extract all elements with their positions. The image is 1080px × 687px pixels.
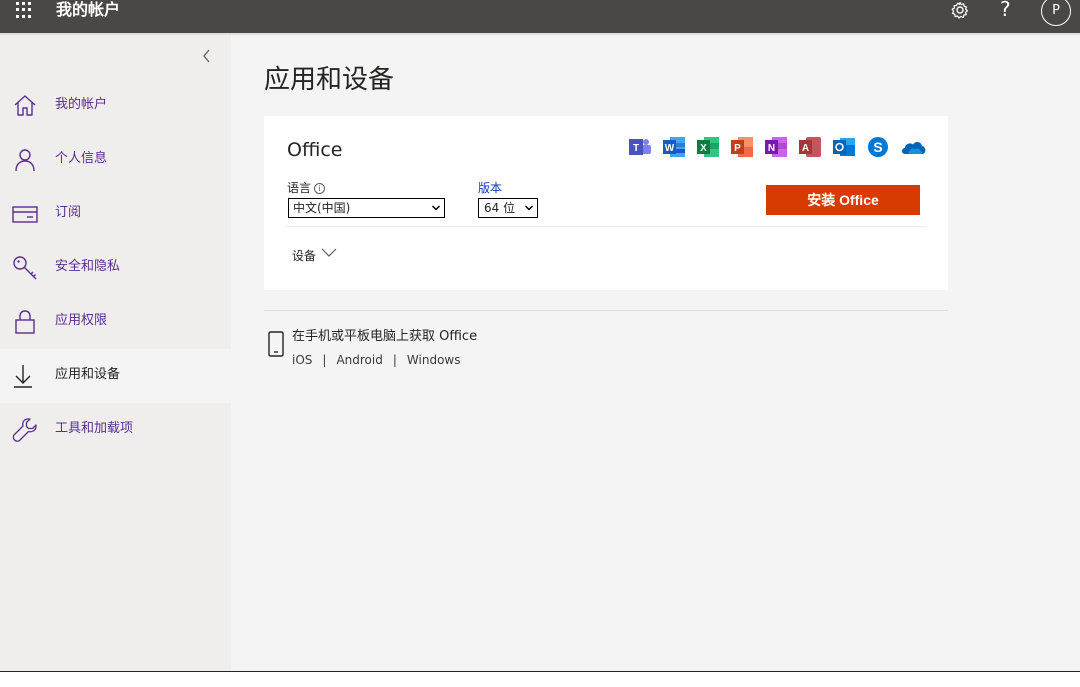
powerpoint-icon: P — [731, 137, 753, 157]
sidebar-item-my-account[interactable]: 我的帐户 — [0, 79, 231, 133]
home-icon — [14, 95, 36, 116]
mobile-platform-links: iOS | Android | Windows — [292, 352, 460, 368]
link-separator: | — [392, 353, 397, 367]
chevron-left-icon[interactable] — [198, 47, 216, 65]
teams-icon: T — [629, 139, 651, 155]
wrench-icon — [12, 418, 37, 442]
avatar[interactable]: P — [1041, 0, 1071, 26]
sidebar-item-apps-devices[interactable]: 应用和设备 — [0, 349, 231, 403]
lock-icon — [15, 310, 35, 334]
svg-text:W: W — [665, 143, 675, 154]
outlook-icon — [833, 138, 855, 156]
sidebar-item-personal-info[interactable]: 个人信息 — [0, 133, 231, 187]
app-title[interactable]: 我的帐户 — [56, 0, 120, 20]
window-bottom-strip — [0, 672, 1080, 687]
top-bar: 我的帐户 ? P — [0, 0, 1080, 33]
office-title: Office — [287, 139, 343, 161]
install-office-button[interactable]: 安装 Office — [766, 185, 920, 215]
version-label[interactable]: 版本 — [478, 180, 502, 196]
word-icon: W — [663, 137, 685, 157]
sidebar-item-label: 应用权限 — [55, 313, 108, 328]
svg-text:X: X — [700, 143, 707, 154]
waffle-icon[interactable] — [16, 2, 32, 18]
skype-icon: S — [868, 137, 888, 157]
link-separator: | — [322, 353, 327, 367]
sidebar-item-label: 个人信息 — [55, 151, 108, 166]
card-icon — [12, 206, 38, 223]
chevron-down-icon[interactable] — [320, 246, 338, 260]
sidebar: 我的帐户 个人信息 订阅 安全和隐私 应用权限 应用和设备 工具和加载项 — [0, 35, 231, 671]
phone-icon — [268, 331, 284, 357]
person-icon — [15, 149, 35, 172]
excel-icon: X — [697, 137, 719, 157]
onenote-icon: N — [765, 137, 787, 157]
office-card: Office T W X P N A S 语言 i 中文(中国) 版本 64 位… — [264, 116, 948, 290]
sidebar-item-label: 订阅 — [55, 205, 82, 220]
download-icon — [14, 365, 32, 388]
sidebar-item-security-privacy[interactable]: 安全和隐私 — [0, 241, 231, 295]
svg-text:T: T — [633, 143, 639, 154]
windows-link[interactable]: Windows — [407, 353, 461, 367]
devices-toggle[interactable]: 设备 — [292, 248, 316, 264]
onedrive-icon — [902, 142, 926, 154]
sidebar-item-app-permissions[interactable]: 应用权限 — [0, 295, 231, 349]
chevron-down-icon — [525, 205, 533, 211]
svg-text:N: N — [768, 143, 775, 154]
info-icon[interactable]: i — [314, 183, 326, 194]
sidebar-item-tools-addins[interactable]: 工具和加载项 — [0, 403, 231, 457]
sidebar-item-label: 应用和设备 — [55, 367, 121, 382]
sidebar-item-label: 我的帐户 — [55, 97, 108, 112]
card-divider — [287, 226, 926, 227]
android-link[interactable]: Android — [336, 353, 382, 367]
svg-text:S: S — [873, 139, 882, 155]
page-title: 应用和设备 — [264, 65, 395, 95]
gear-icon[interactable] — [950, 0, 970, 20]
language-label: 语言 i — [287, 180, 326, 196]
ios-link[interactable]: iOS — [292, 353, 312, 367]
version-select[interactable]: 64 位 — [478, 198, 538, 218]
sidebar-item-subscriptions[interactable]: 订阅 — [0, 187, 231, 241]
access-icon: A — [799, 137, 821, 157]
section-divider — [264, 310, 948, 311]
mobile-office-title: 在手机或平板电脑上获取 Office — [292, 329, 478, 344]
language-select[interactable]: 中文(中国) — [288, 198, 445, 218]
key-icon — [13, 256, 37, 280]
chevron-down-icon — [432, 205, 440, 211]
help-button[interactable]: ? — [1000, 0, 1011, 20]
sidebar-item-label: 安全和隐私 — [55, 259, 121, 274]
svg-text:P: P — [734, 143, 741, 154]
sidebar-item-label: 工具和加载项 — [55, 421, 134, 436]
svg-text:A: A — [802, 143, 809, 154]
